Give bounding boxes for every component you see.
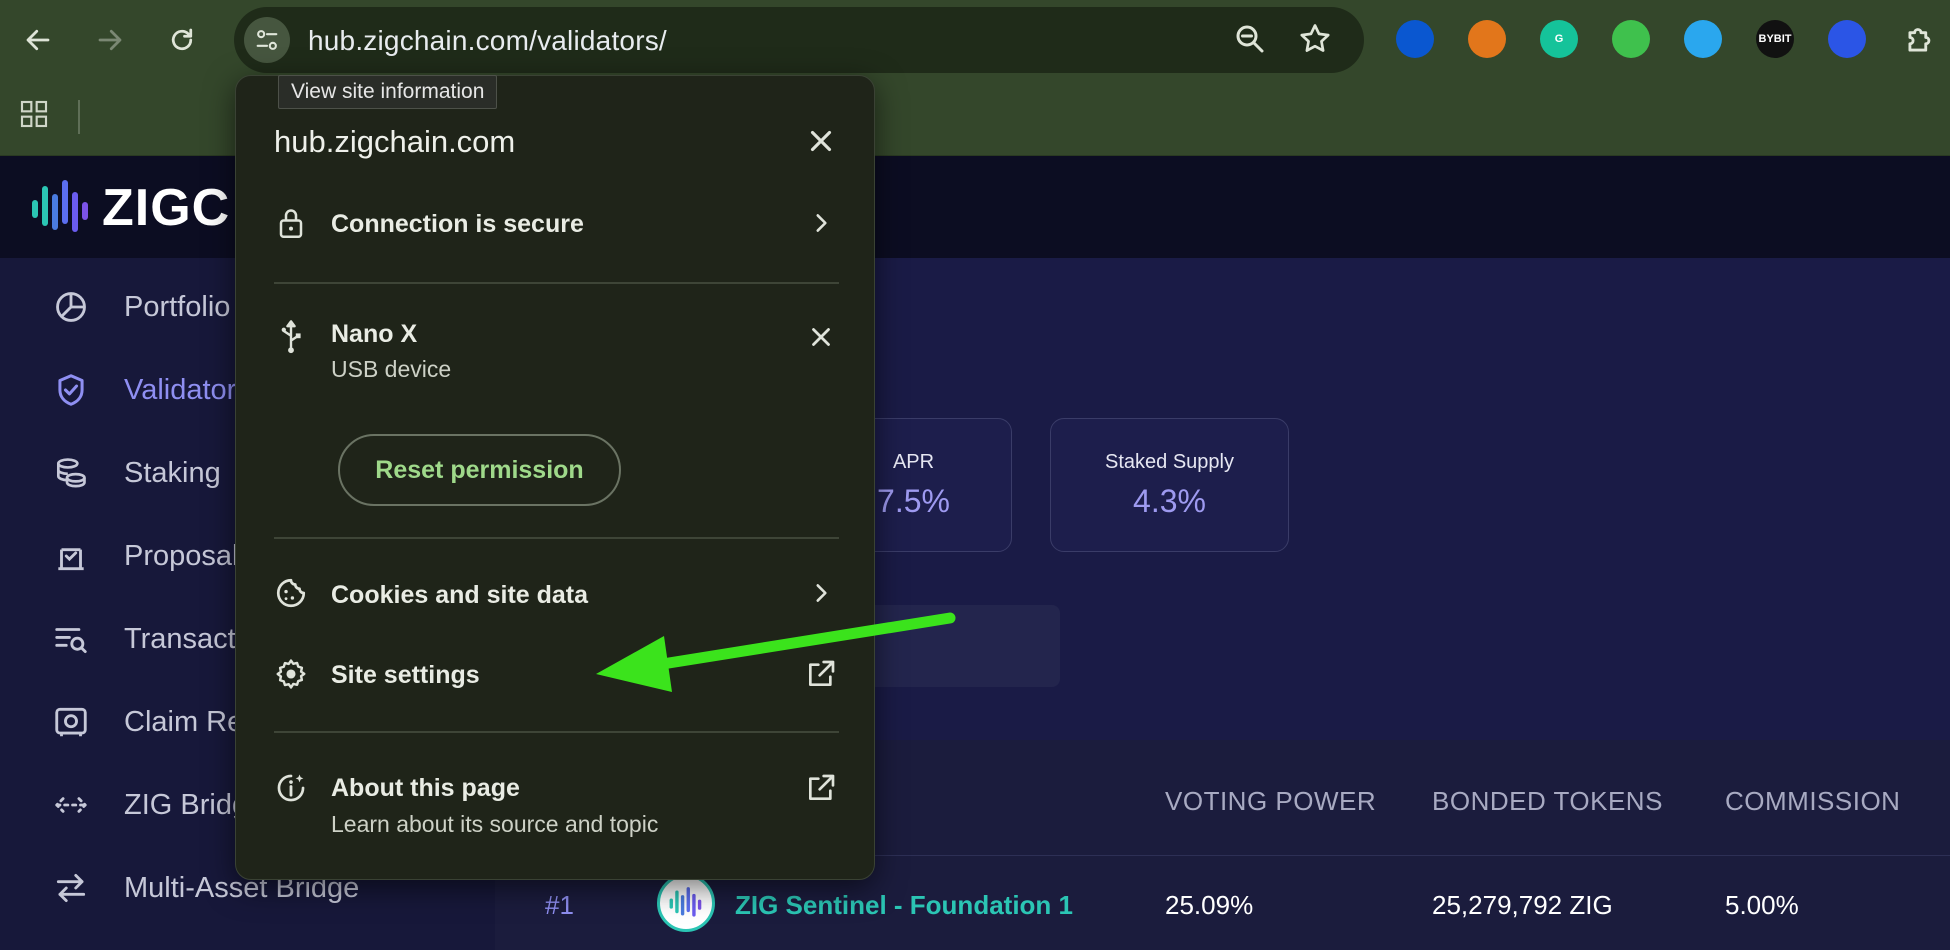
frog-extension-icon[interactable] xyxy=(1612,20,1650,58)
validator-logo-icon xyxy=(669,887,702,917)
gear-icon xyxy=(274,657,308,691)
shield-check-icon xyxy=(48,367,94,413)
staked-supply-label: Staked Supply xyxy=(1105,451,1234,473)
url-text[interactable]: hub.zigchain.com/validators/ xyxy=(308,25,667,57)
popup-divider xyxy=(274,282,839,284)
sidebar-item-staking[interactable]: Staking xyxy=(48,448,221,498)
header-commission[interactable]: COMMISSION xyxy=(1725,786,1900,817)
chevron-right-icon xyxy=(804,576,838,610)
forward-button[interactable] xyxy=(88,18,132,62)
pie-chart-icon xyxy=(48,284,94,330)
sidebar-item-label: Staking xyxy=(124,456,221,489)
zigchain-logo-icon xyxy=(30,178,92,243)
metamask-icon[interactable] xyxy=(1468,20,1506,58)
extensions-menu-button[interactable] xyxy=(1902,20,1940,63)
safe-icon xyxy=(48,699,94,745)
swap-arrows-icon xyxy=(48,865,94,911)
zoom-out-icon xyxy=(1236,25,1264,53)
popup-close-button[interactable] xyxy=(804,124,838,163)
puzzle-icon xyxy=(1908,28,1931,52)
bookmark-star-button[interactable] xyxy=(1297,21,1333,62)
close-icon xyxy=(812,328,830,346)
sidebar-item-label: Portfolio xyxy=(124,290,231,323)
reload-icon xyxy=(171,28,193,51)
info-sparkle-icon xyxy=(274,771,308,805)
apps-button[interactable] xyxy=(18,98,50,135)
brand-name: ZIGC xyxy=(102,179,231,237)
device-name: Nano X xyxy=(331,320,418,348)
sidebar-item-portfolio[interactable]: Portfolio xyxy=(48,282,230,332)
coins-stack-icon xyxy=(48,450,94,496)
reload-button[interactable] xyxy=(160,18,204,62)
sidebar-item-label: Validators xyxy=(124,373,251,406)
1password-icon[interactable] xyxy=(1396,20,1434,58)
connection-label: Connection is secure xyxy=(331,210,584,238)
arrows-horizontal-icon xyxy=(48,782,94,828)
header-voting-power[interactable]: VOTING POWER xyxy=(1165,786,1376,817)
device-type: USB device xyxy=(331,356,452,382)
validator-name[interactable]: ZIG Sentinel - Foundation 1 xyxy=(735,890,1073,921)
staked-supply-value: 4.3% xyxy=(1133,483,1206,519)
cookies-label: Cookies and site data xyxy=(331,581,589,609)
address-bar[interactable]: hub.zigchain.com/validators/ xyxy=(234,7,1364,73)
header-bonded-tokens[interactable]: BONDED TOKENS xyxy=(1432,786,1663,817)
about-page-title: About this page xyxy=(331,774,520,802)
sidebar-item-proposals[interactable]: Proposals xyxy=(48,531,253,581)
back-button[interactable] xyxy=(16,18,60,62)
close-icon xyxy=(810,130,832,152)
star-icon xyxy=(1300,24,1330,52)
site-settings-label: Site settings xyxy=(331,661,480,689)
circle-extension-icon[interactable] xyxy=(1828,20,1866,58)
usb-icon xyxy=(274,320,308,354)
search-box[interactable] xyxy=(855,605,1060,687)
chevron-right-icon xyxy=(804,206,838,240)
popup-divider xyxy=(274,537,839,539)
sidebar-item-validators[interactable]: Validators xyxy=(48,365,251,415)
popup-divider xyxy=(274,731,839,733)
validator-avatar xyxy=(657,874,715,932)
remove-device-button[interactable] xyxy=(806,322,836,357)
about-page-subtitle: Learn about its source and topic xyxy=(331,811,659,837)
popup-domain: hub.zigchain.com xyxy=(274,124,516,159)
reset-permission-button[interactable]: Reset permission xyxy=(338,434,621,506)
validator-voting-power: 25.09% xyxy=(1165,890,1254,920)
cookie-icon xyxy=(274,576,308,610)
tune-icon xyxy=(256,30,278,50)
zoom-button[interactable] xyxy=(1232,21,1268,62)
site-info-tooltip: View site information xyxy=(278,75,498,109)
bybit-wallet-icon[interactable]: BYBIT xyxy=(1756,20,1794,58)
bookmarks-divider xyxy=(78,100,80,134)
external-link-icon xyxy=(804,657,838,691)
forward-arrow-icon xyxy=(98,29,122,51)
apps-grid-icon xyxy=(20,100,48,128)
site-info-button[interactable] xyxy=(244,17,290,63)
search-list-icon xyxy=(48,616,94,662)
sidebar-item-zig-bridge[interactable]: ZIG Bridge xyxy=(48,780,264,830)
ballot-box-icon xyxy=(48,533,94,579)
back-arrow-icon xyxy=(26,29,50,51)
validator-rank: #1 xyxy=(545,890,574,920)
grammarly-icon[interactable]: G xyxy=(1540,20,1578,58)
sidebar-item-label: Proposals xyxy=(124,539,253,572)
staked-supply-card: Staked Supply 4.3% xyxy=(1050,418,1289,552)
lock-icon xyxy=(274,206,308,240)
external-link-icon xyxy=(804,771,838,805)
validator-bonded-tokens: 25,279,792 ZIG xyxy=(1432,890,1613,920)
lightning-extension-icon[interactable] xyxy=(1684,20,1722,58)
site-info-popup: hub.zigchain.com Connection is secure Na… xyxy=(235,75,875,880)
validator-commission: 5.00% xyxy=(1725,890,1799,920)
